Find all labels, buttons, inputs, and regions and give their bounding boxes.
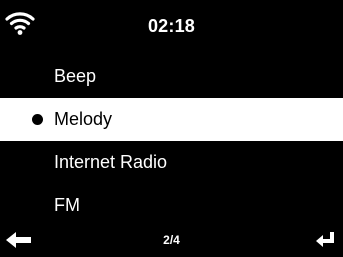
clock: 02:18 (147, 16, 196, 36)
menu-item-label: FM (54, 195, 80, 215)
footer-bar: 2/4 (0, 227, 343, 255)
menu-item-fm[interactable]: FM (0, 184, 343, 227)
menu-item-label: Internet Radio (54, 152, 168, 172)
menu-item-internet-radio[interactable]: Internet Radio (0, 141, 343, 184)
selected-bullet-icon (32, 114, 43, 125)
menu-item-label: Melody (54, 109, 113, 129)
menu-item-label: Beep (54, 66, 97, 86)
status-bar: 02:18 (0, 0, 343, 50)
page-indicator: 2/4 (163, 233, 180, 247)
radio-display: 02:18 Beep Melody Internet Radio FM 2/4 (0, 0, 343, 257)
menu-item-melody[interactable]: Melody (0, 98, 343, 141)
menu-list: Beep Melody Internet Radio FM (0, 55, 343, 227)
menu-item-beep[interactable]: Beep (0, 55, 343, 98)
enter-icon[interactable] (315, 230, 335, 248)
